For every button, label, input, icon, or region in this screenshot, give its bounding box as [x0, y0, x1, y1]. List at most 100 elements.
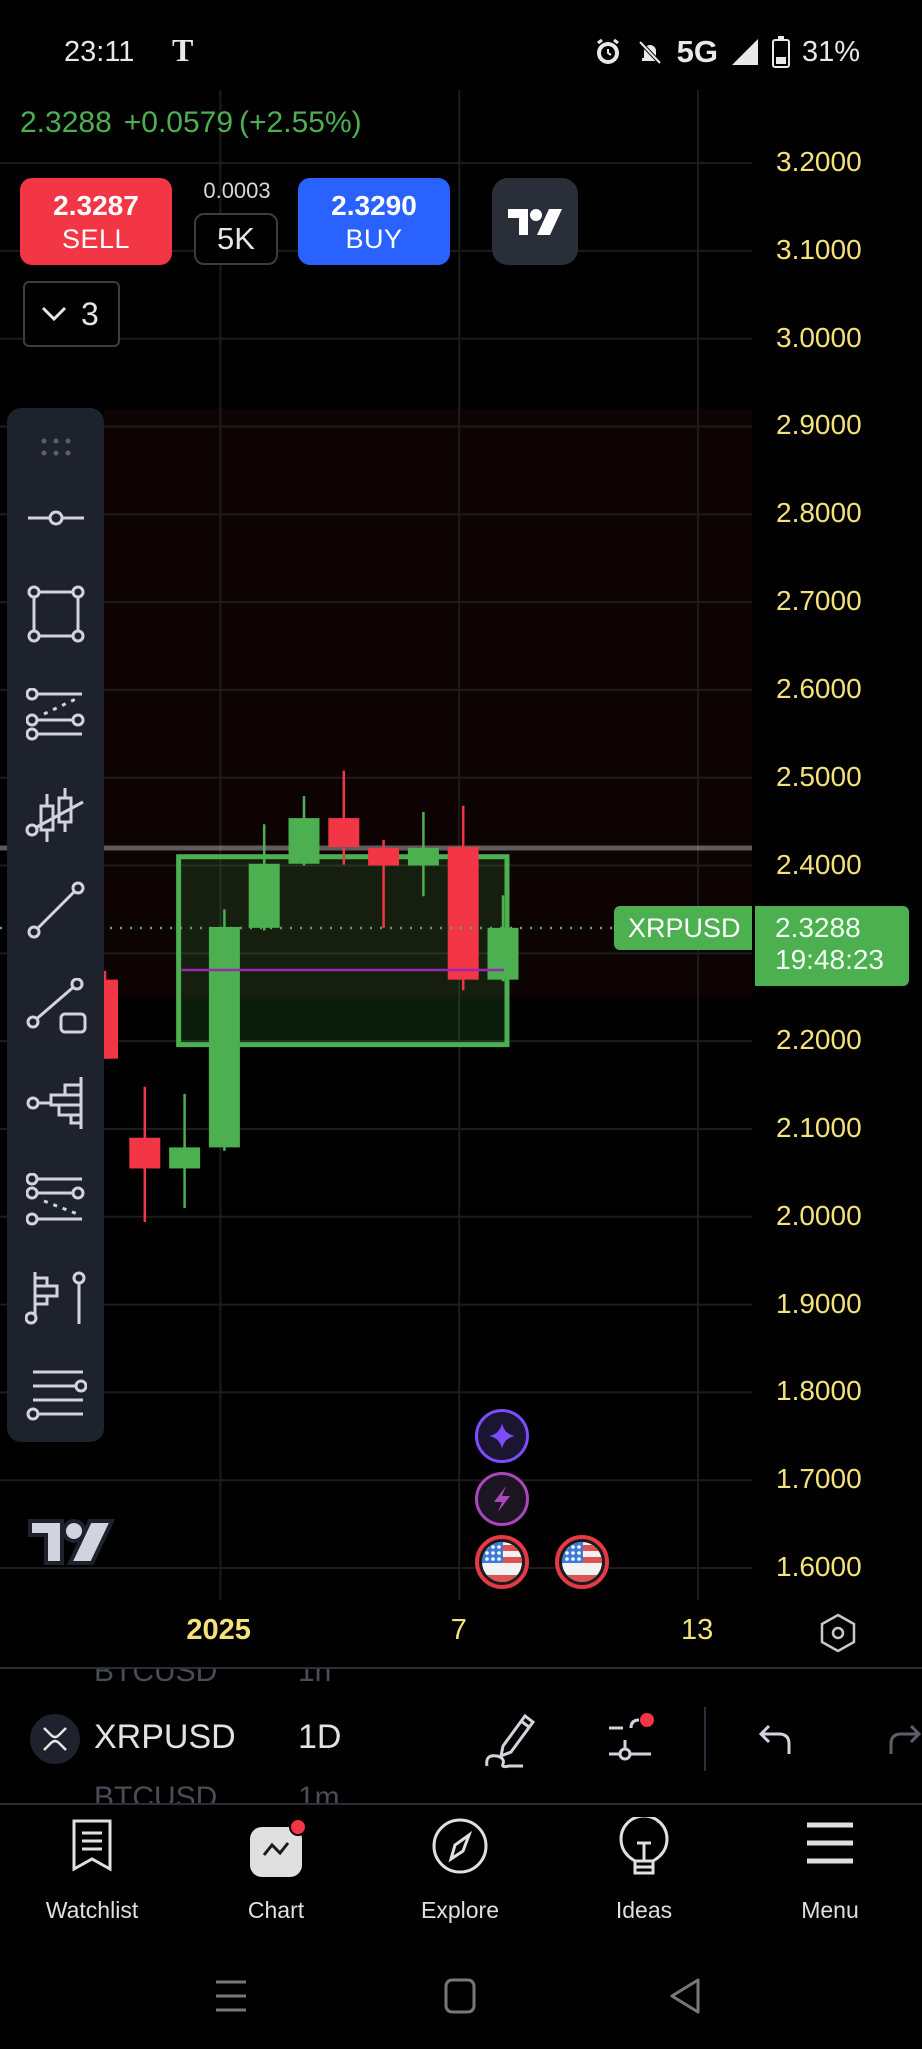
battery-level: 31% [801, 35, 860, 68]
drag-handle-icon [41, 438, 70, 456]
economic-event-marker[interactable] [475, 1535, 529, 1589]
nav-watchlist-label: Watchlist [45, 1897, 139, 1923]
chevron-down-icon [41, 306, 67, 322]
price-axis-tick: 2.8000 [776, 497, 862, 529]
candle-body [328, 818, 360, 848]
tool-trend-line-with-label[interactable] [7, 968, 104, 1048]
candle-body [447, 847, 479, 980]
nav-ideas[interactable]: Ideas [552, 1805, 736, 1935]
tool-rectangle[interactable] [7, 574, 104, 654]
tradingview-logo-icon [28, 1519, 116, 1565]
back-icon[interactable] [668, 1976, 702, 2016]
tool-parallel-channel[interactable] [7, 1354, 104, 1434]
lightning-icon [494, 1486, 510, 1512]
ghost-symbol-above: BTCUSD [94, 1667, 218, 1688]
us-flag-icon [482, 1542, 522, 1582]
redo-button[interactable] [868, 1705, 922, 1775]
parallel-lines-icon [26, 1370, 87, 1421]
sell-label: SELL [61, 224, 131, 254]
tool-long-position[interactable] [7, 776, 104, 856]
ghost-interval-above: 1h [298, 1667, 332, 1688]
candle [169, 1093, 201, 1208]
candle-body [368, 847, 400, 866]
ghost-symbol-below: BTCUSD [94, 1781, 218, 1805]
candle-body [248, 863, 280, 928]
candle-body [129, 1137, 161, 1169]
status-icons: 5G 31% [593, 34, 860, 70]
last-price: 2.3288 [20, 106, 112, 139]
nav-chart[interactable]: Chart [184, 1805, 368, 1935]
nav-watchlist[interactable]: Watchlist [0, 1805, 184, 1935]
candle [129, 1086, 161, 1223]
candle-body [208, 926, 240, 1148]
network-5g-icon: 5G [676, 34, 718, 69]
price-axis-tick: 1.7000 [776, 1463, 862, 1495]
tool-pitchfork[interactable] [7, 1160, 104, 1240]
tool-horizontal-line[interactable] [7, 478, 104, 558]
tradingview-broker-button[interactable] [492, 178, 578, 265]
nav-menu-label: Menu [801, 1897, 859, 1923]
trend-label-icon [26, 978, 86, 1034]
candle-body [407, 847, 439, 866]
price-axis-tick: 2.1000 [776, 1111, 862, 1143]
price-change: +0.0579 [123, 106, 234, 139]
horizontal-line-icon [27, 510, 84, 526]
recent-apps-icon[interactable] [214, 1976, 248, 2016]
t-mobile-icon: T [172, 32, 194, 68]
ai-sparkle-icon [489, 1423, 515, 1449]
nav-menu[interactable]: Menu [738, 1805, 922, 1935]
candle-body [169, 1147, 201, 1169]
ai-event-marker[interactable] [475, 1409, 529, 1463]
economic-event-marker[interactable] [555, 1535, 609, 1589]
indicators-toggle-button[interactable]: 3 [23, 281, 120, 347]
drawing-tools-button[interactable] [476, 1705, 546, 1775]
tool-anchored-volume-profile[interactable] [7, 1258, 104, 1338]
sliders-icon [609, 1713, 654, 1761]
quantity-button[interactable]: 5K [194, 213, 278, 265]
candle-body [288, 818, 320, 864]
tool-trend-line[interactable] [7, 870, 104, 950]
bar-countdown: 19:48:23 [775, 944, 884, 975]
candles-tool-icon [25, 788, 84, 842]
fib-retracement-icon [25, 688, 84, 741]
candle-body [104, 979, 118, 1059]
chart-settings-button[interactable] [818, 1612, 858, 1659]
signal-icon [731, 39, 758, 65]
price-change-percent: (+2.55%) [239, 106, 362, 139]
interval-selector[interactable]: 1D [298, 1718, 341, 1757]
price-axis-tick: 3.1000 [776, 233, 862, 265]
sell-price: 2.3287 [53, 190, 139, 221]
undo-icon [758, 1724, 791, 1754]
candle-body [487, 927, 519, 980]
lightbulb-icon [619, 1817, 669, 1875]
status-bar: 23:11 T 5G 31% [0, 0, 922, 100]
symbol-toolbar: BTCUSD 1h XRPUSD 1D BTCUSD 1m [0, 1667, 922, 1805]
pencil-icon [485, 1713, 536, 1769]
time-axis-tick: 2025 [186, 1614, 251, 1646]
buy-button[interactable]: 2.3290 BUY [298, 178, 450, 265]
symbol-selector[interactable]: XRPUSD [94, 1718, 236, 1757]
news-event-marker[interactable] [475, 1472, 529, 1526]
tool-volume-profile[interactable] [7, 1063, 104, 1143]
fib-extension-icon [25, 1173, 84, 1226]
candle [103, 970, 118, 1059]
tool-fib-retracement[interactable] [7, 675, 104, 755]
trend-line-icon [27, 881, 84, 939]
nav-explore-label: Explore [421, 1897, 499, 1923]
indicator-count: 3 [81, 295, 99, 332]
alarm-icon [596, 38, 619, 64]
indicators-settings-button[interactable] [598, 1705, 668, 1775]
nav-ideas-label: Ideas [615, 1897, 673, 1923]
nav-explore[interactable]: Explore [368, 1805, 552, 1935]
price-axis-tick: 2.7000 [776, 585, 862, 617]
bell-muted-icon [638, 40, 662, 65]
buy-label: BUY [345, 224, 403, 254]
toolbar-divider [704, 1707, 706, 1771]
sell-button[interactable]: 2.3287 SELL [20, 178, 172, 265]
bottom-navigation: Watchlist Chart Explore Ideas Menu [0, 1805, 922, 1935]
price-axis-tick: 3.2000 [776, 146, 862, 177]
toolbar-drag-handle[interactable] [7, 422, 104, 472]
home-icon[interactable] [444, 1976, 476, 2016]
undo-button[interactable] [742, 1705, 812, 1775]
hexagon-settings-icon [820, 1613, 856, 1653]
